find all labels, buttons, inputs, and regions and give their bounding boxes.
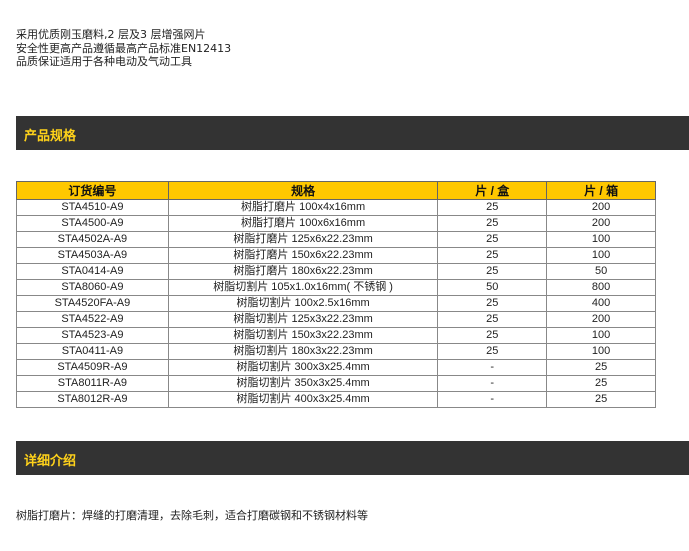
cell-per-box: - — [437, 391, 548, 408]
intro-line: 安全性更高产品遵循最高产品标准EN12413 — [16, 41, 232, 55]
cell-specification: 树脂打磨片 180x6x22.23mm — [167, 263, 439, 280]
cell-specification: 树脂切割片 100x2.5x16mm — [167, 295, 439, 312]
cell-per-case: 400 — [546, 295, 656, 312]
cell-per-box: 50 — [437, 279, 548, 296]
cell-per-case: 200 — [546, 311, 656, 328]
cell-specification: 树脂打磨片 100x6x16mm — [167, 215, 439, 232]
cell-per-case: 100 — [546, 231, 656, 248]
cell-per-box: - — [437, 359, 548, 376]
cell-order-number: STA0411-A9 — [16, 343, 169, 360]
cell-order-number: STA4503A-A9 — [16, 247, 169, 264]
cell-order-number: STA8012R-A9 — [16, 391, 169, 408]
cell-per-box: 25 — [437, 343, 548, 360]
cell-order-number: STA8011R-A9 — [16, 375, 169, 392]
cell-order-number: STA4522-A9 — [16, 311, 169, 328]
cell-order-number: STA4510-A9 — [16, 199, 169, 216]
cell-per-case: 100 — [546, 327, 656, 344]
cell-order-number: STA4502A-A9 — [16, 231, 169, 248]
cell-per-box: 25 — [437, 263, 548, 280]
header-specification: 规格 — [167, 181, 439, 200]
cell-order-number: STA0414-A9 — [16, 263, 169, 280]
intro-text: 采用优质刚玉磨料,2 层及3 层增强网片 安全性更高产品遵循最高产品标准EN12… — [16, 28, 231, 69]
table-row: STA4520FA-A9 树脂切割片 100x2.5x16mm 25 400 — [16, 295, 656, 312]
cell-specification: 树脂切割片 105x1.0x16mm( 不锈钢 ) — [167, 279, 439, 296]
header-per-box: 片 / 盒 — [437, 181, 548, 200]
cell-per-box: 25 — [437, 231, 548, 248]
cell-per-box: - — [437, 375, 548, 392]
table-row: STA4509R-A9 树脂切割片 300x3x25.4mm -25 — [16, 359, 656, 376]
cell-order-number: STA8060-A9 — [16, 279, 169, 296]
cell-per-box: 25 — [437, 247, 548, 264]
table-row: STA4500-A9 树脂打磨片 100x6x16mm 25 200 — [16, 215, 656, 232]
intro-line: 采用优质刚玉磨料,2 层及3 层增强网片 — [16, 28, 206, 41]
cell-specification: 树脂切割片 350x3x25.4mm — [167, 375, 439, 392]
cell-per-case: 200 — [546, 215, 656, 232]
spec-section-header: 产品规格 — [16, 116, 689, 150]
header-per-case: 片 / 箱 — [546, 181, 656, 200]
cell-order-number: STA4520FA-A9 — [16, 295, 169, 312]
cell-specification: 树脂打磨片 150x6x22.23mm — [167, 247, 439, 264]
cell-specification: 树脂打磨片 100x4x16mm — [167, 199, 439, 216]
table-row: STA4510-A9 树脂打磨片 100x4x16mm 25 200 — [16, 199, 656, 216]
cell-per-case: 25 — [546, 375, 656, 392]
intro-line: 品质保证适用于各种电动及气动工具 — [16, 55, 192, 68]
table-row: STA0414-A9 树脂打磨片 180x6x22.23mm 25 50 — [16, 263, 656, 280]
table-body: STA4510-A9 树脂打磨片 100x4x16mm 25 200 STA4500-A… — [16, 199, 656, 408]
cell-per-case: 100 — [546, 247, 656, 264]
cell-per-case: 25 — [546, 391, 656, 408]
cell-per-box: 25 — [437, 327, 548, 344]
cell-per-box: 25 — [437, 311, 548, 328]
table-row: STA4523-A9 树脂切割片 150x3x22.23mm 25 100 — [16, 327, 656, 344]
cell-per-case: 100 — [546, 343, 656, 360]
cell-per-case: 50 — [546, 263, 656, 280]
cell-specification: 树脂切割片 180x3x22.23mm — [167, 343, 439, 360]
cell-specification: 树脂切割片 400x3x25.4mm — [167, 391, 439, 408]
cell-per-box: 25 — [437, 199, 548, 216]
cell-order-number: STA4509R-A9 — [16, 359, 169, 376]
cell-order-number: STA4523-A9 — [16, 327, 169, 344]
cell-specification: 树脂切割片 125x3x22.23mm — [167, 311, 439, 328]
spec-section-title: 产品规格 — [24, 129, 77, 144]
table-row: STA8011R-A9 树脂切割片 350x3x25.4mm -25 — [16, 375, 656, 392]
cell-per-case: 800 — [546, 279, 656, 296]
table-row: STA0411-A9 树脂切割片 180x3x22.23mm 25 100 — [16, 343, 656, 360]
cell-per-case: 25 — [546, 359, 656, 376]
table-header-row: 订货编号 规格 片 / 盒 片 / 箱 — [16, 181, 656, 200]
detail-section-header: 详细介绍 — [16, 441, 689, 475]
cell-order-number: STA4500-A9 — [16, 215, 169, 232]
table-row: STA4503A-A9 树脂打磨片 150x6x22.23mm 25 100 — [16, 247, 656, 264]
detail-text: 树脂打磨片：焊缝的打磨清理，去除毛刺，适合打磨碳钢和不锈钢材料等 — [16, 509, 368, 522]
spec-table: 订货编号 规格 片 / 盒 片 / 箱 STA4510-A9 树脂打磨片 100x… — [16, 181, 656, 408]
cell-per-box: 25 — [437, 295, 548, 312]
cell-specification: 树脂切割片 150x3x22.23mm — [167, 327, 439, 344]
cell-specification: 树脂切割片 300x3x25.4mm — [167, 359, 439, 376]
table-row: STA8060-A9 树脂切割片 105x1.0x16mm( 不锈钢 ) 50 800 — [16, 279, 656, 296]
cell-per-box: 25 — [437, 215, 548, 232]
header-order-number: 订货编号 — [16, 181, 169, 200]
table-row: STA4522-A9 树脂切割片 125x3x22.23mm 25 200 — [16, 311, 656, 328]
table-row: STA8012R-A9 树脂切割片 400x3x25.4mm -25 — [16, 391, 656, 408]
cell-per-case: 200 — [546, 199, 656, 216]
cell-specification: 树脂打磨片 125x6x22.23mm — [167, 231, 439, 248]
table-row: STA4502A-A9 树脂打磨片 125x6x22.23mm 25 100 — [16, 231, 656, 248]
detail-section-title: 详细介绍 — [24, 454, 77, 469]
